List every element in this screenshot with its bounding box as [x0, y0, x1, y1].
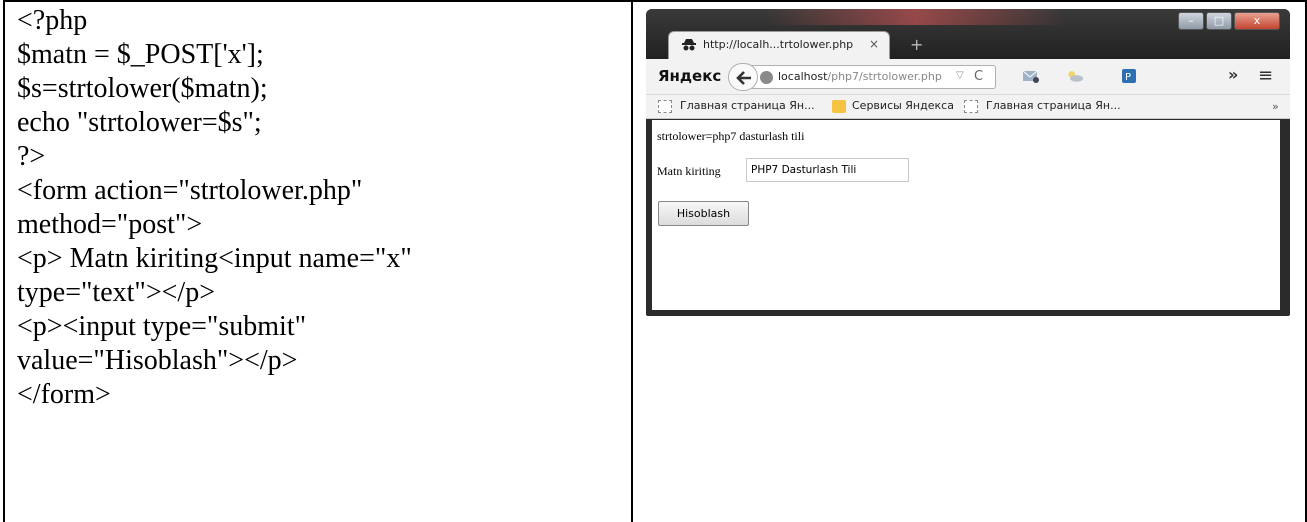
code-line: </form> — [17, 379, 111, 410]
address-bar[interactable]: localhost/php7/strtolower.php ▽ C — [746, 65, 996, 89]
url-dropdown-icon[interactable]: ▽ — [956, 70, 964, 81]
globe-icon — [760, 71, 773, 84]
maximize-button[interactable]: □ — [1206, 12, 1232, 30]
submit-button[interactable]: Hisoblash — [658, 201, 749, 226]
table-border-top — [3, 0, 1307, 2]
code-line: $s=strtolower($matn); — [17, 73, 268, 104]
close-window-button[interactable]: x — [1234, 12, 1280, 30]
code-line: value="Hisoblash"></p> — [17, 345, 298, 376]
yandex-brand[interactable]: Яндекс — [658, 67, 721, 85]
svg-text:P: P — [1125, 72, 1131, 83]
folder-icon — [832, 100, 846, 113]
table-border-middle — [631, 0, 633, 522]
code-line: <?php — [17, 5, 88, 36]
weather-icon[interactable] — [1066, 68, 1084, 84]
code-line: method="post"> — [17, 209, 203, 240]
bookmark-item[interactable]: Главная страница Ян... — [680, 99, 815, 112]
code-line: $matn = $_POST['x']; — [17, 39, 264, 70]
bookmark-item[interactable]: Сервисы Яндекса — [852, 99, 954, 112]
page-icon — [964, 100, 978, 113]
minimize-button[interactable]: – — [1178, 12, 1204, 30]
bookmarks-bar: Главная страница Ян... Сервисы Яндекса Г… — [646, 95, 1290, 119]
bookmarks-overflow-icon[interactable]: » — [1272, 100, 1279, 113]
browser-tab[interactable]: http://localh...trtolower.php × — [668, 31, 890, 59]
code-line: <p><input type="submit" — [17, 311, 307, 342]
extension-icon[interactable]: P — [1120, 68, 1138, 84]
output-text: strtolower=php7 dasturlash tili — [657, 129, 805, 143]
page-content: strtolower=php7 dasturlash tili Matn kir… — [652, 120, 1280, 310]
page-icon — [658, 100, 672, 113]
incognito-icon — [682, 39, 696, 51]
hamburger-menu-icon[interactable]: ≡ — [1258, 65, 1273, 86]
tab-close-icon[interactable]: × — [869, 37, 879, 51]
overflow-chevron-icon[interactable]: » — [1228, 65, 1238, 84]
titlebar-glow — [766, 9, 1066, 25]
browser-titlebar: – □ x http://localh...trtolower.php × + — [646, 9, 1290, 63]
url-path: /php7/strtolower.php — [827, 70, 942, 83]
url-host: localhost — [778, 70, 828, 83]
code-line: <form action="strtolower.php" — [17, 175, 363, 206]
code-line: ?> — [17, 141, 46, 172]
new-tab-icon[interactable]: + — [910, 35, 923, 54]
code-line: type="text"></p> — [17, 277, 215, 308]
text-input-x[interactable]: PHP7 Dasturlash Tili — [746, 158, 909, 182]
back-button[interactable] — [728, 63, 758, 91]
navigation-toolbar: Яндекс localhost/php7/strtolower.php ▽ C… — [646, 59, 1290, 95]
input-label: Matn kiriting — [657, 164, 721, 178]
url-text: localhost/php7/strtolower.php — [778, 70, 942, 83]
php-code-block: <?php $matn = $_POST['x']; $s=strtolower… — [17, 4, 627, 412]
window-controls: – □ x — [1176, 12, 1280, 30]
code-line: echo "strtolower=$s"; — [17, 107, 262, 138]
browser-window-screenshot: – □ x http://localh...trtolower.php × + … — [646, 9, 1290, 316]
bookmark-item[interactable]: Главная страница Ян... — [986, 99, 1121, 112]
table-border-left — [3, 0, 5, 522]
reload-icon[interactable]: C — [974, 69, 983, 84]
code-line: <p> Matn kiriting<input name="x" — [17, 243, 412, 274]
back-arrow-icon — [736, 71, 751, 85]
mail-icon[interactable] — [1022, 68, 1040, 84]
tab-title: http://localh...trtolower.php — [703, 38, 854, 51]
